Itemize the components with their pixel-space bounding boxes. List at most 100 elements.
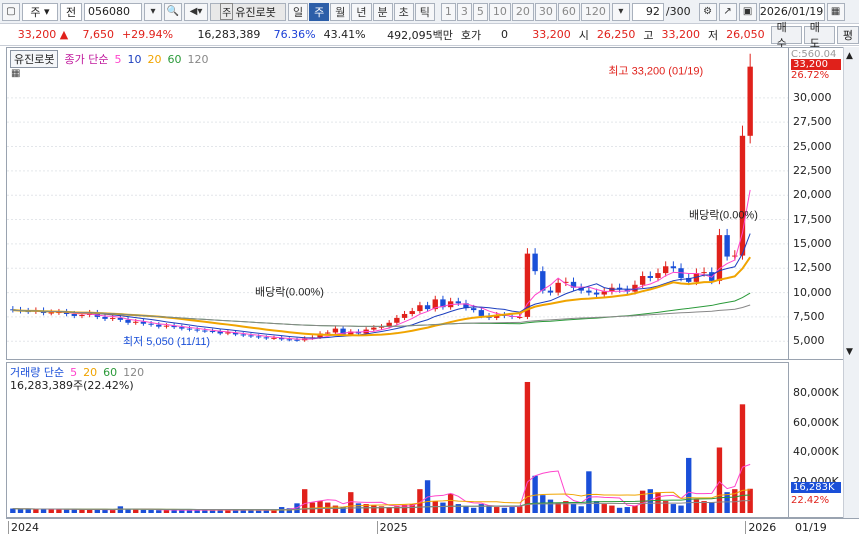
window-icon[interactable]: ▢ xyxy=(2,2,20,21)
code-value: 056080 xyxy=(88,5,130,18)
volume-bar xyxy=(248,510,254,513)
high-annotation: 최고 33,200 (01/19) xyxy=(608,65,703,78)
hoga-label: 호가 xyxy=(460,28,482,42)
current-price: 33,200 ▲ xyxy=(17,28,69,41)
chart-tool-icon[interactable]: ↗ xyxy=(718,2,737,21)
stock-name: 유진로봇 xyxy=(235,5,276,19)
candle-body xyxy=(547,290,554,293)
price-tick: 17,500 xyxy=(793,212,832,226)
low-annotation: 최저 5,050 (11/11) xyxy=(123,335,210,348)
stock-tag: 주 xyxy=(220,3,234,20)
volume-bar xyxy=(40,509,47,513)
sell-button[interactable]: 매도 xyxy=(803,21,835,50)
candle-body xyxy=(148,323,154,325)
x-axis-label: 2024 xyxy=(8,521,39,534)
search-icon[interactable]: 🔍 xyxy=(164,2,182,21)
vertical-scrollbar[interactable]: ▲ ▼ xyxy=(843,47,859,518)
interval-button-2[interactable]: 5 xyxy=(472,2,488,21)
buy-button[interactable]: 매수 xyxy=(770,21,802,50)
period-tab-0[interactable]: 일 xyxy=(288,2,309,21)
quote-bar: 33,200 ▲ 7,650 +29.94% 16,283,389 76.36%… xyxy=(0,21,859,50)
candle-body xyxy=(225,332,231,334)
candle-body xyxy=(371,327,377,330)
volume-bar xyxy=(455,504,461,513)
candle-body xyxy=(271,337,277,339)
candle-body xyxy=(739,135,746,256)
candle-body xyxy=(647,276,654,278)
interval-button-6[interactable]: 60 xyxy=(557,2,580,21)
ma20-line xyxy=(12,256,751,337)
interval-button-3[interactable]: 10 xyxy=(488,2,511,21)
dropdown-icon[interactable]: ▾ xyxy=(144,2,162,21)
date-value: 2026/01/19 xyxy=(759,5,824,18)
candle-body xyxy=(394,317,400,323)
candle-body xyxy=(325,332,331,334)
volume-bar xyxy=(371,505,377,513)
price-tick: 22,500 xyxy=(793,163,832,177)
interval-button-7[interactable]: 120 xyxy=(580,2,610,21)
price-tick: 20,000 xyxy=(793,188,832,202)
volume-bar xyxy=(655,492,661,513)
volume-bar xyxy=(225,510,231,513)
candle-body xyxy=(156,324,162,327)
period-tab-6[interactable]: 틱 xyxy=(414,2,435,21)
interval-button-1[interactable]: 3 xyxy=(456,2,472,21)
count-max: /300 xyxy=(665,5,691,18)
save-icon[interactable]: ▣ xyxy=(738,2,757,21)
volume-bar xyxy=(171,510,177,513)
candle-body xyxy=(470,308,477,311)
period-tab-3[interactable]: 년 xyxy=(351,2,372,21)
interval-button-4[interactable]: 20 xyxy=(511,2,534,21)
settings-icon[interactable]: ⚙ xyxy=(698,2,717,21)
period-tab-2[interactable]: 월 xyxy=(330,2,351,21)
candle-body xyxy=(263,337,269,339)
market-select[interactable]: 주 ▾ xyxy=(22,2,58,21)
price-tick: 5,000 xyxy=(793,334,825,348)
stock-name-box[interactable]: 주 유진로봇 xyxy=(210,2,286,21)
volume-chart-panel[interactable]: 거래량 단순 5 20 60 120 16,283,389주(22.42%) xyxy=(6,362,789,518)
volume-bar xyxy=(440,502,446,513)
period-tab-1[interactable]: 주 xyxy=(309,2,330,21)
eval-button[interactable]: 평 xyxy=(836,25,859,44)
candle-body xyxy=(455,301,461,304)
candle-body xyxy=(240,334,246,336)
speaker-icon[interactable]: ◀▾ xyxy=(184,2,208,21)
volume-bar xyxy=(25,508,31,513)
candle-body xyxy=(163,325,170,327)
candle-body xyxy=(716,235,723,281)
calendar-icon[interactable]: ▦ xyxy=(826,2,845,21)
volume-bar xyxy=(570,504,577,513)
volume-bar xyxy=(724,492,730,513)
interval-button-0[interactable]: 1 xyxy=(440,2,456,21)
volume-bar xyxy=(547,499,554,513)
price-chart-panel[interactable]: 유진로봇 종가 단순 5 10 20 60 120 ▦ 최고 33,200 (0… xyxy=(6,47,789,360)
candle-body xyxy=(655,273,661,278)
volume-bar xyxy=(632,505,638,513)
period-tab-5[interactable]: 초 xyxy=(393,2,414,21)
volume-bar xyxy=(624,507,630,513)
scroll-down-icon[interactable]: ▼ xyxy=(846,347,853,357)
candle-body xyxy=(724,235,730,257)
volume-bar xyxy=(470,507,477,513)
volume-bar xyxy=(463,506,469,513)
volume-bar xyxy=(71,509,77,513)
type-select[interactable]: 전 xyxy=(60,2,82,21)
candle-body xyxy=(478,310,485,316)
code-input[interactable]: 056080 xyxy=(84,2,142,21)
candle-body xyxy=(424,305,431,310)
chevron-down-icon[interactable]: ▾ xyxy=(611,2,630,21)
open-label: 시 xyxy=(578,28,589,42)
toolbar: ▢ 주 ▾ 전 056080 ▾ 🔍 ◀▾ 주 유진로봇 일주월년분초틱 135… xyxy=(0,0,859,24)
candle-body xyxy=(732,255,738,257)
volume-bar xyxy=(17,509,24,513)
volume-bar xyxy=(79,509,85,513)
candle-body xyxy=(202,330,208,332)
volume-bar xyxy=(148,510,154,513)
volume-bar xyxy=(609,505,615,513)
period-tab-4[interactable]: 분 xyxy=(372,2,393,21)
dividend-annotation-1: 배당락(0.00%) xyxy=(255,285,324,298)
interval-button-5[interactable]: 30 xyxy=(534,2,557,21)
count-input[interactable]: 92 xyxy=(631,2,664,21)
volume-bar xyxy=(716,447,723,513)
scroll-up-icon[interactable]: ▲ xyxy=(846,51,853,61)
